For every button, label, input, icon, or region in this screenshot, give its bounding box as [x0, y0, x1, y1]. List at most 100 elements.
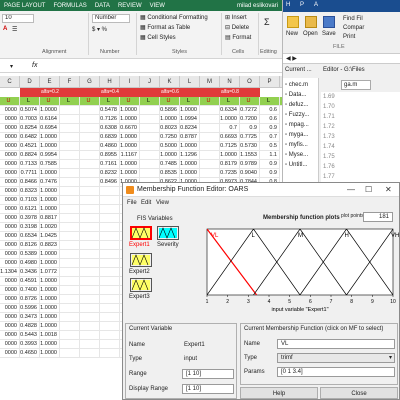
table-cell[interactable]	[60, 160, 80, 169]
table-cell[interactable]	[140, 142, 160, 151]
tab-view[interactable]: VIEW	[146, 3, 169, 9]
table-cell[interactable]	[100, 187, 120, 196]
tab-review[interactable]: REVIEW	[114, 3, 146, 9]
table-cell[interactable]	[100, 223, 120, 232]
table-cell[interactable]: 0.6534	[20, 232, 40, 241]
header-cell[interactable]: L	[180, 97, 200, 106]
table-cell[interactable]	[80, 160, 100, 169]
header-cell[interactable]: U	[120, 97, 140, 106]
table-cell[interactable]: 1.0000	[120, 133, 140, 142]
name-box-dropdown-icon[interactable]: ▾	[10, 63, 13, 70]
table-cell[interactable]: 0.5	[260, 142, 280, 151]
table-cell[interactable]: 1.0994	[180, 115, 200, 124]
table-cell[interactable]: 0.8179	[220, 160, 240, 169]
table-cell[interactable]: 1.0000	[40, 205, 60, 214]
table-cell[interactable]	[80, 295, 100, 304]
table-cell[interactable]	[60, 331, 80, 340]
table-cell[interactable]: 0.6121	[20, 205, 40, 214]
matlab-tab-plots[interactable]: P	[300, 2, 304, 8]
table-cell[interactable]: 0000	[0, 133, 20, 142]
table-cell[interactable]: 1.0000	[40, 187, 60, 196]
table-cell[interactable]: 1.0425	[40, 232, 60, 241]
table-cell[interactable]	[140, 133, 160, 142]
table-cell[interactable]: 0000	[0, 106, 20, 115]
fis-variable-expert2[interactable]	[130, 253, 152, 267]
save-button[interactable]: Save	[322, 31, 336, 37]
menu-view[interactable]: View	[156, 200, 169, 206]
table-cell[interactable]: 0000	[0, 259, 20, 268]
table-cell[interactable]	[100, 250, 120, 259]
table-cell[interactable]: 0.8823	[40, 241, 60, 250]
table-cell[interactable]	[100, 349, 120, 358]
table-cell[interactable]: 0.4828	[20, 322, 40, 331]
table-cell[interactable]	[80, 124, 100, 133]
table-cell[interactable]	[60, 106, 80, 115]
table-cell[interactable]: 0.9040	[240, 169, 260, 178]
format-button[interactable]: ▤ Format	[225, 34, 251, 41]
table-cell[interactable]: 0.8023	[160, 124, 180, 133]
table-cell[interactable]	[200, 106, 220, 115]
table-cell[interactable]: 0.6693	[220, 133, 240, 142]
table-cell[interactable]	[100, 268, 120, 277]
table-cell[interactable]: 0.8535	[160, 169, 180, 178]
table-cell[interactable]: 0.6482	[20, 133, 40, 142]
address-bar[interactable]: ◀ ▶	[283, 53, 400, 64]
table-cell[interactable]: 0.7	[220, 124, 240, 133]
table-cell[interactable]	[100, 340, 120, 349]
plot-points-input[interactable]: 181	[363, 212, 393, 222]
table-cell[interactable]: 1.0000	[40, 313, 60, 322]
table-cell[interactable]	[100, 304, 120, 313]
new-button[interactable]: New	[286, 31, 298, 37]
table-cell[interactable]: 1.0772	[40, 268, 60, 277]
fis-variable-expert1[interactable]	[130, 226, 152, 240]
table-cell[interactable]: 0000	[0, 214, 20, 223]
table-cell[interactable]	[80, 214, 100, 223]
membership-function-plot[interactable]: VL L M H VH1 2 3 4 5 6 7 8 9 10input variable "Expert…	[199, 225, 399, 315]
font-color-icon[interactable]: A	[3, 26, 7, 32]
table-cell[interactable]: 0.9	[260, 124, 280, 133]
table-cell[interactable]: 0.5443	[20, 331, 40, 340]
table-cell[interactable]: 0.6839	[100, 133, 120, 142]
table-cell[interactable]	[100, 232, 120, 241]
header-cell[interactable]: L	[260, 97, 280, 106]
table-cell[interactable]: 1.0000	[40, 322, 60, 331]
table-cell[interactable]	[200, 124, 220, 133]
table-cell[interactable]	[80, 304, 100, 313]
table-cell[interactable]: 0.7476	[40, 178, 60, 187]
table-cell[interactable]: 0000	[0, 115, 20, 124]
table-cell[interactable]: 0000	[0, 304, 20, 313]
table-cell[interactable]: 1.0000	[40, 277, 60, 286]
table-cell[interactable]: 0000	[0, 178, 20, 187]
maximize-icon[interactable]: ☐	[365, 185, 372, 195]
table-cell[interactable]: 0.8323	[20, 187, 40, 196]
table-cell[interactable]: 0000	[0, 205, 20, 214]
table-cell[interactable]	[60, 259, 80, 268]
table-cell[interactable]: 0.7400	[20, 286, 40, 295]
table-cell[interactable]: 1.0000	[40, 304, 60, 313]
table-cell[interactable]: 1.0000	[180, 160, 200, 169]
table-cell[interactable]: 1.0000	[40, 340, 60, 349]
table-cell[interactable]	[80, 331, 100, 340]
column-header-d[interactable]: D	[20, 76, 40, 88]
table-cell[interactable]	[80, 241, 100, 250]
table-cell[interactable]	[80, 187, 100, 196]
table-cell[interactable]: 1.0000	[40, 106, 60, 115]
table-cell[interactable]: 0.4650	[20, 349, 40, 358]
table-cell[interactable]	[80, 106, 100, 115]
table-cell[interactable]	[80, 277, 100, 286]
table-cell[interactable]	[80, 313, 100, 322]
table-cell[interactable]	[80, 232, 100, 241]
file-list-item[interactable]: ▫ defuz...	[285, 102, 308, 108]
mf-type-select[interactable]: trimf ▾	[277, 353, 395, 363]
table-cell[interactable]	[100, 277, 120, 286]
table-cell[interactable]: 0.3436	[20, 268, 40, 277]
table-cell[interactable]: 1.0000	[180, 142, 200, 151]
table-cell[interactable]: 0.5074	[20, 106, 40, 115]
column-header-e[interactable]: E	[40, 76, 60, 88]
table-cell[interactable]: 0000	[0, 322, 20, 331]
table-cell[interactable]	[100, 196, 120, 205]
table-cell[interactable]: 0000	[0, 232, 20, 241]
table-cell[interactable]: 1.0000	[40, 286, 60, 295]
find-files-button[interactable]: Find Fil	[343, 16, 363, 22]
table-cell[interactable]: 1.1304	[0, 268, 20, 277]
